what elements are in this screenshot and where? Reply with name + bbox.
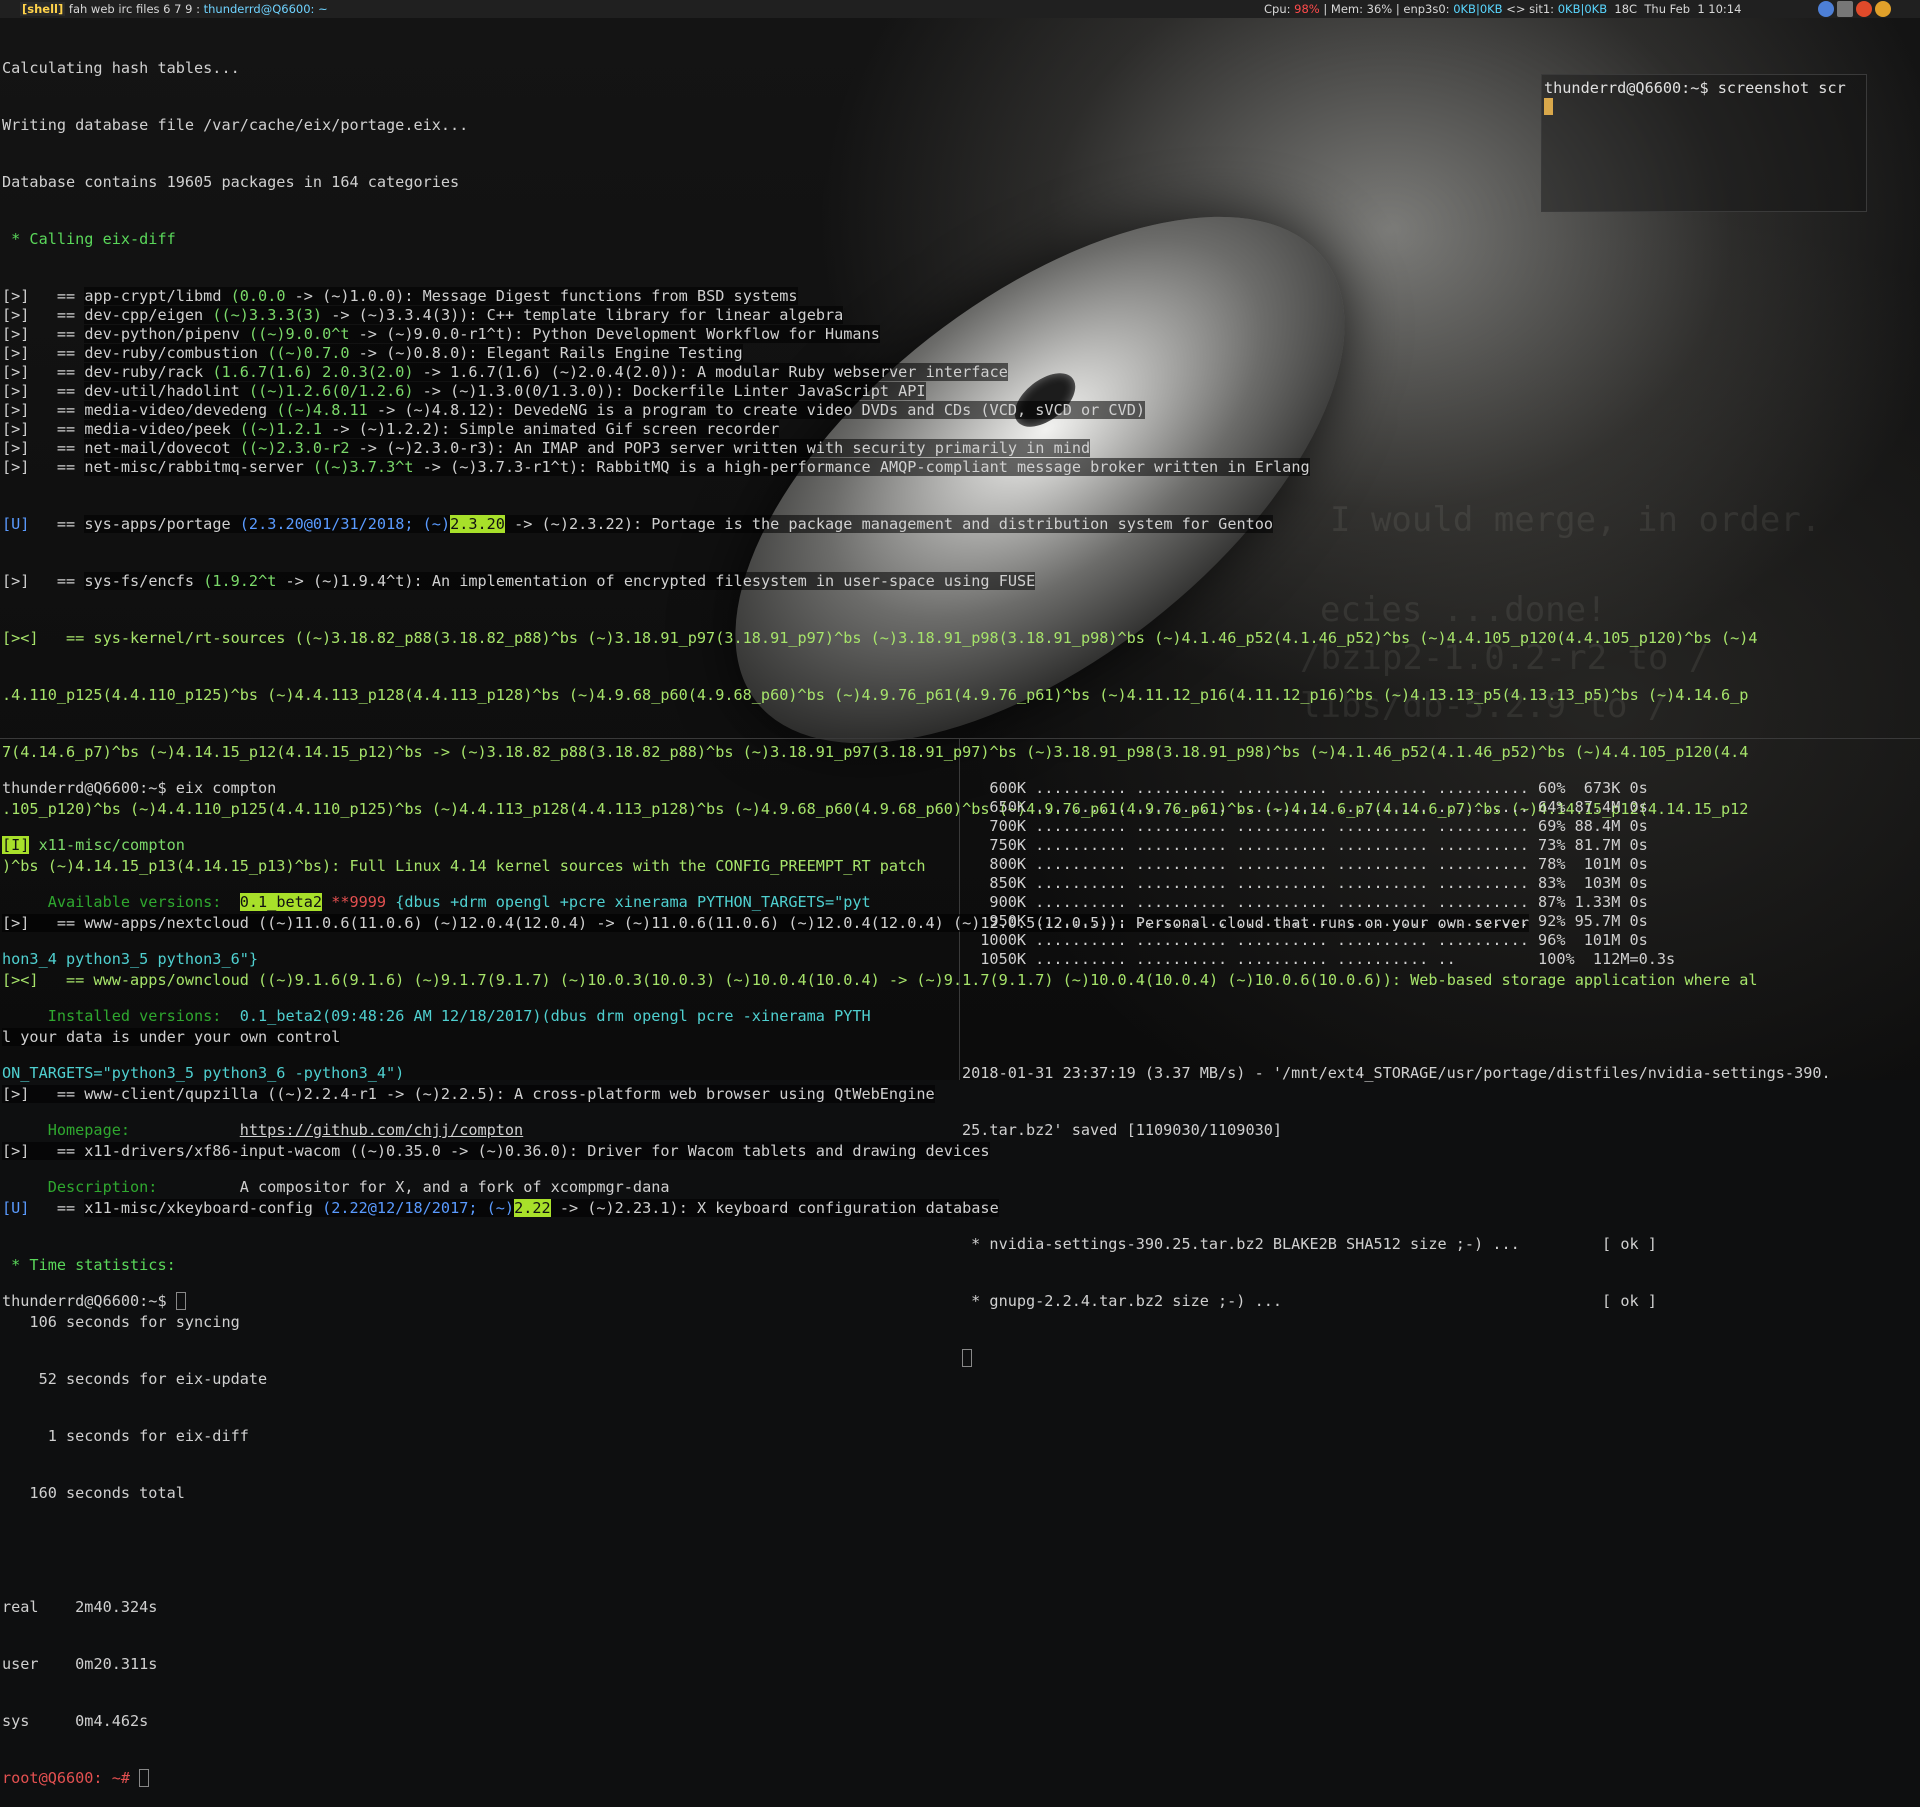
package-line-portage: [U] == sys-apps/portage (2.3.20@01/31/20…	[2, 515, 1274, 533]
use-flags: hon3_4 python3_5 python3_6"}	[2, 950, 259, 968]
package-line: [>] == media-video/devedeng ((~)4.8.11 -…	[2, 401, 1145, 419]
time-stat: 1 seconds for eix-diff	[2, 1427, 249, 1445]
progress-line: 900K .......... .......... .......... ..…	[962, 893, 1648, 911]
package-line: [>] == dev-ruby/combustion ((~)0.7.0 -> …	[2, 344, 743, 362]
tool-icon[interactable]	[1837, 1, 1853, 17]
progress-line: 750K .......... .......... .......... ..…	[962, 836, 1648, 854]
checksum-line: * gnupg-2.2.4.tar.bz2 size ;-) ... [ ok …	[962, 1292, 1657, 1310]
terminal-bottom-right[interactable]: 600K .......... .......... .......... ..…	[962, 741, 1917, 1387]
warning-icon[interactable]	[1856, 1, 1872, 17]
package-line-rt-sources: .4.110_p125(4.4.110_p125)^bs (~)4.4.113_…	[2, 686, 1749, 704]
package-line-encfs: [>] == sys-fs/encfs (1.9.2^t -> (~)1.9.4…	[2, 572, 1036, 590]
package-line: [>] == dev-util/hadolint ((~)1.2.6(0/1.2…	[2, 382, 926, 400]
package-line: [>] == dev-cpp/eigen ((~)3.3.3(3) -> (~)…	[2, 306, 844, 324]
user-prompt[interactable]: thunderrd@Q6600:~$	[2, 1292, 957, 1311]
status-bar: [shell] fah web irc files 6 7 9 : thunde…	[0, 0, 1920, 18]
installed-version: 0.1_beta2(09:48:26 AM 12/18/2017)(dbus d…	[239, 1007, 871, 1025]
progress-line: 1050K .......... .......... .......... .…	[962, 950, 1676, 968]
window-title: thunderrd@Q6600: ~	[203, 2, 328, 16]
package-line: [>] == dev-python/pipenv ((~)9.0.0^t -> …	[2, 325, 880, 343]
temperature: 18C	[1614, 2, 1638, 16]
progress-line: 600K .......... .......... .......... ..…	[962, 779, 1648, 797]
system-tray	[1818, 1, 1891, 17]
package-line: [>] == dev-ruby/rack (1.6.7(1.6) 2.0.3(2…	[2, 363, 1008, 381]
package-line: [>] == net-mail/dovecot ((~)2.3.0-r2 -> …	[2, 439, 1091, 457]
clock: Thu Feb 1 10:14	[1644, 2, 1742, 16]
terminal-line: * Calling eix-diff	[2, 230, 176, 248]
time-stat: 160 seconds total	[2, 1484, 185, 1502]
download-saved: 25.tar.bz2' saved [1109030/1109030]	[962, 1121, 1283, 1139]
progress-line: 650K .......... .......... .......... ..…	[962, 798, 1648, 816]
homepage-link[interactable]: https://github.com/chjj/compton	[240, 1121, 523, 1139]
terminal-bottom-left[interactable]: thunderrd@Q6600:~$ eix compton [I] x11-m…	[2, 741, 957, 1330]
progress-line: 1000K .......... .......... .......... .…	[962, 931, 1648, 949]
cursor	[175, 1292, 186, 1310]
workspace-names[interactable]: fah web irc files 6 7 9 :	[69, 2, 200, 16]
available-version: 0.1_beta2	[239, 893, 323, 911]
floating-terminal-text: thunderrd@Q6600:~$ screenshot scr	[1544, 79, 1846, 97]
cursor	[962, 1349, 972, 1367]
time-user: user 0m20.311s	[2, 1655, 158, 1673]
cpu-value: 98%	[1294, 2, 1320, 16]
progress-line: 950K .......... .......... .......... ..…	[962, 912, 1648, 930]
package-name: x11-misc/compton	[38, 836, 185, 854]
notification-icon[interactable]	[1875, 1, 1891, 17]
progress-line: 850K .......... .......... .......... ..…	[962, 874, 1648, 892]
download-progress: 600K .......... .......... .......... ..…	[962, 779, 1917, 969]
command-line: thunderrd@Q6600:~$ eix compton	[2, 779, 277, 797]
package-line: [>] == net-misc/rabbitmq-server ((~)3.7.…	[2, 458, 1310, 476]
root-prompt[interactable]: root@Q6600: ~#	[2, 1769, 1917, 1788]
package-line: [>] == app-crypt/libmd (0.0.0 -> (~)1.0.…	[2, 287, 798, 305]
workspace-list[interactable]: [shell] fah web irc files 6 7 9 : thunde…	[20, 0, 328, 18]
cursor	[139, 1769, 150, 1787]
checksum-line: * nvidia-settings-390.25.tar.bz2 BLAKE2B…	[962, 1235, 1657, 1253]
progress-line: 800K .......... .......... .......... ..…	[962, 855, 1648, 873]
network-icon[interactable]	[1818, 1, 1834, 17]
package-line-rt-sources: [><] == sys-kernel/rt-sources ((~)3.18.8…	[2, 629, 1758, 647]
floating-terminal[interactable]: thunderrd@Q6600:~$ screenshot scr	[1541, 74, 1867, 212]
download-saved: 2018-01-31 23:37:19 (3.37 MB/s) - '/mnt/…	[962, 1064, 1831, 1082]
progress-line: 700K .......... .......... .......... ..…	[962, 817, 1648, 835]
cursor	[1544, 98, 1553, 115]
net-enp3s0: 0KB|0KB	[1453, 2, 1503, 16]
workspace-shell[interactable]: [shell]	[20, 2, 66, 16]
package-diff-list: [>] == app-crypt/libmd (0.0.0 -> (~)1.0.…	[2, 287, 1917, 477]
time-real: real 2m40.324s	[2, 1598, 158, 1616]
net-sit1: 0KB|0KB	[1557, 2, 1608, 16]
package-line: [>] == media-video/peek ((~)1.2.1 -> (~)…	[2, 420, 780, 438]
time-sys: sys 0m4.462s	[2, 1712, 149, 1730]
package-description: A compositor for X, and a fork of xcompm…	[239, 1178, 670, 1196]
installed-tag: [I]	[2, 836, 30, 854]
system-stats: Cpu: 98% | Mem: 36% | enp3s0: 0KB|0KB <>…	[1264, 2, 1742, 16]
installed-flags: ON_TARGETS="python3_5 python3_6 -python3…	[2, 1064, 405, 1082]
